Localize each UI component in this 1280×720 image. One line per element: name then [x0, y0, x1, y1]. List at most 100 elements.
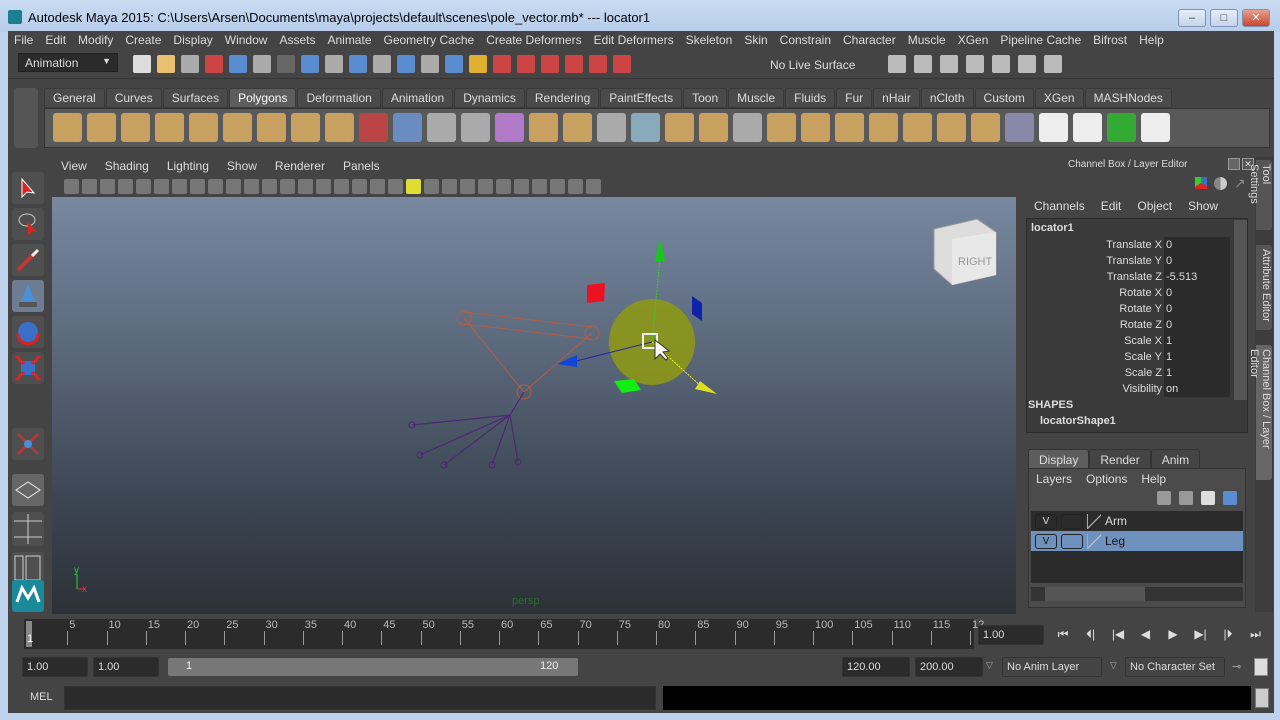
channel-row[interactable]: Translate Y0: [1027, 253, 1247, 269]
scale-tool-icon[interactable]: [12, 352, 44, 384]
play-backwards-icon[interactable]: ◀: [1137, 627, 1155, 643]
status-tool-4-icon[interactable]: [229, 55, 247, 73]
shelf-insert-edge-loop-icon[interactable]: [767, 113, 796, 142]
shelf-bevel-icon[interactable]: [563, 113, 592, 142]
status-tool-12-icon[interactable]: [421, 55, 439, 73]
panel-tool-17-icon[interactable]: [370, 178, 385, 194]
channel-value[interactable]: 1: [1164, 333, 1230, 349]
panel-tool-11-icon[interactable]: [262, 178, 277, 194]
status-tool-0-icon[interactable]: [133, 55, 151, 73]
shelf-tab-dynamics[interactable]: Dynamics: [454, 88, 525, 108]
layer-name[interactable]: Leg: [1105, 534, 1125, 548]
shelf-tab-general[interactable]: General: [44, 88, 105, 108]
tab-attribute-editor[interactable]: Attribute Editor: [1256, 245, 1272, 330]
panel-tool-8-icon[interactable]: [208, 178, 223, 194]
current-time-field[interactable]: 1.00: [978, 625, 1044, 645]
channel-value[interactable]: 0: [1164, 253, 1230, 269]
shelf-extract-icon[interactable]: [427, 113, 456, 142]
start-time-field[interactable]: 1.00: [22, 657, 88, 677]
render-tool-3-icon[interactable]: [966, 55, 984, 73]
shelf-fill-hole-icon[interactable]: [835, 113, 864, 142]
panel-tool-16-icon[interactable]: [352, 178, 367, 194]
anim-layer-dropdown[interactable]: No Anim Layer: [1002, 657, 1102, 677]
anim-layer-chevron-icon[interactable]: ▽: [986, 660, 993, 671]
layer-visibility-toggle[interactable]: V: [1035, 513, 1057, 529]
shelf-tab-nhair[interactable]: nHair: [873, 88, 920, 108]
channel-value[interactable]: -5.513: [1164, 269, 1230, 285]
shelf-uv-editor-icon[interactable]: [1107, 113, 1136, 142]
end-time-field[interactable]: 200.00: [915, 657, 983, 677]
panel-tool-28-icon[interactable]: [568, 178, 583, 194]
channel-value[interactable]: 0: [1164, 301, 1230, 317]
panel-menu-show[interactable]: Show: [218, 157, 266, 176]
layer-menu-options[interactable]: Options: [1086, 472, 1127, 486]
panel-tool-22-icon[interactable]: [460, 178, 475, 194]
render-tool-6-icon[interactable]: [1044, 55, 1062, 73]
panel-tool-26-icon[interactable]: [532, 178, 547, 194]
anim-start-field[interactable]: 1.00: [93, 657, 159, 677]
menu-skin[interactable]: Skin: [738, 31, 773, 50]
panel-tool-20-icon[interactable]: [424, 178, 439, 194]
menu-window[interactable]: Window: [219, 31, 274, 50]
last-tool-icon[interactable]: [12, 428, 44, 460]
channel-value[interactable]: 1: [1164, 349, 1230, 365]
layer-color-swatch[interactable]: [1087, 513, 1101, 529]
go-to-end-icon[interactable]: ⏭: [1247, 627, 1265, 643]
shelf-triangulate-icon[interactable]: [869, 113, 898, 142]
panel-tool-18-icon[interactable]: [388, 178, 403, 194]
layer-menu-help[interactable]: Help: [1141, 472, 1166, 486]
channel-row[interactable]: Translate Z -5.513: [1027, 269, 1247, 285]
status-tool-10-icon[interactable]: [373, 55, 391, 73]
panel-menu-lighting[interactable]: Lighting: [158, 157, 218, 176]
layer-row-leg[interactable]: V Leg: [1031, 531, 1243, 551]
shelf-menu-button[interactable]: [14, 88, 38, 148]
shelf-extrude-icon[interactable]: [665, 113, 694, 142]
status-tool-5-icon[interactable]: [253, 55, 271, 73]
shelf-bridge-icon[interactable]: [597, 113, 626, 142]
channel-menu-object[interactable]: Object: [1137, 199, 1172, 213]
status-tool-19-icon[interactable]: [589, 55, 607, 73]
shelf-pipe-icon[interactable]: [291, 113, 320, 142]
shelf-smooth-icon[interactable]: [461, 113, 490, 142]
move-layer-up-icon[interactable]: [1157, 491, 1171, 505]
single-perspective-layout-icon[interactable]: [12, 474, 44, 506]
render-tool-1-icon[interactable]: [914, 55, 932, 73]
panel-tool-1-icon[interactable]: [82, 178, 97, 194]
shelf-sculpt-icon[interactable]: [971, 113, 1000, 142]
menu-edit-deformers[interactable]: Edit Deformers: [588, 31, 680, 50]
auto-key-icon[interactable]: ⊸: [1232, 660, 1241, 673]
channel-row[interactable]: Scale X1: [1027, 333, 1247, 349]
command-input[interactable]: [64, 686, 656, 710]
shelf-soccer-ball-icon[interactable]: [325, 113, 354, 142]
status-tool-3-icon[interactable]: [205, 55, 223, 73]
menu-bifrost[interactable]: Bifrost: [1087, 31, 1133, 50]
panel-menu-view[interactable]: View: [52, 157, 96, 176]
yz-plane-handle[interactable]: [587, 283, 605, 303]
shelf-checker-uv-icon[interactable]: [1005, 113, 1034, 142]
panel-tool-14-icon[interactable]: [316, 178, 331, 194]
panel-menu-panels[interactable]: Panels: [334, 157, 389, 176]
shelf-tab-deformation[interactable]: Deformation: [297, 88, 381, 108]
menu-skeleton[interactable]: Skeleton: [680, 31, 739, 50]
shape-name[interactable]: locatorShape1: [1040, 415, 1116, 427]
panel-tool-9-icon[interactable]: [226, 178, 241, 194]
pole-arrow-icon[interactable]: [695, 381, 717, 394]
shelf-boolean-icon[interactable]: [529, 113, 558, 142]
render-tool-5-icon[interactable]: [1018, 55, 1036, 73]
status-tool-1-icon[interactable]: [157, 55, 175, 73]
step-back-frame-icon[interactable]: ⏴|: [1082, 627, 1100, 643]
menu-character[interactable]: Character: [837, 31, 902, 50]
layer-scrollbar[interactable]: [1031, 587, 1243, 601]
panel-menu-shading[interactable]: Shading: [96, 157, 158, 176]
channel-value[interactable]: 1: [1164, 365, 1230, 381]
character-set-chevron-icon[interactable]: ▽: [1110, 660, 1117, 671]
menu-create[interactable]: Create: [119, 31, 167, 50]
layer-row-arm[interactable]: V Arm: [1031, 511, 1243, 531]
shelf-merge-icon[interactable]: [699, 113, 728, 142]
status-tool-13-icon[interactable]: [445, 55, 463, 73]
panel-menu-renderer[interactable]: Renderer: [266, 157, 334, 176]
menu-assets[interactable]: Assets: [273, 31, 321, 50]
panel-tool-19-icon[interactable]: [406, 178, 421, 194]
menu-constrain[interactable]: Constrain: [774, 31, 837, 50]
shelf-combine-icon[interactable]: [359, 113, 388, 142]
